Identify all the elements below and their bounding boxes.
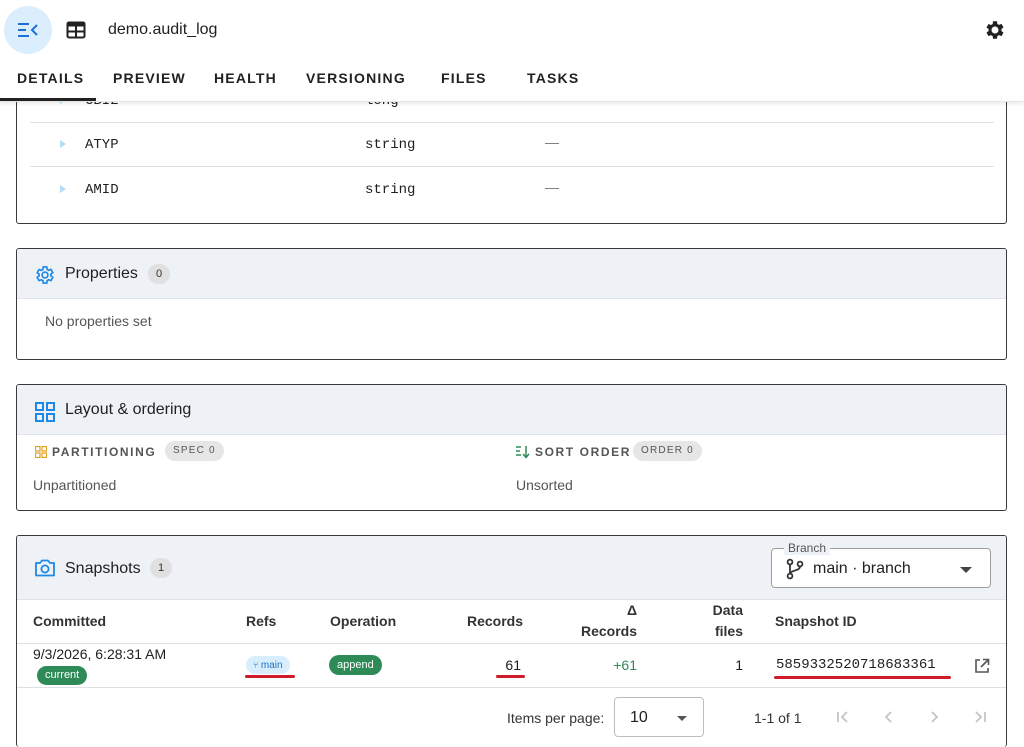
ref-label: main [260, 660, 283, 671]
snapshot-id-value[interactable]: 5859332520718683361 [776, 657, 936, 673]
ref-chip[interactable]: ⑂ main [246, 656, 290, 674]
expand-arrow-icon[interactable] [60, 140, 66, 148]
tab-files[interactable]: FILES [441, 70, 487, 86]
branch-small-icon: ⑂ [253, 660, 261, 670]
row-divider [17, 687, 1006, 688]
partition-grid-icon [35, 446, 47, 458]
items-per-page-select[interactable]: 10 [614, 697, 704, 737]
snapshots-title: Snapshots [65, 560, 141, 577]
partition-spec-chip: SPEC 0 [165, 441, 224, 461]
top-app-bar: demo.audit_log [0, 0, 1024, 60]
dropdown-arrow-icon [677, 716, 687, 721]
delta-records-value: +61 [613, 657, 637, 673]
no-properties-text: No properties set [45, 313, 152, 329]
git-branch-icon [786, 558, 804, 580]
sort-order-icon [516, 446, 530, 459]
layout-card: Layout & ordering PARTITIONING SPEC 0 Un… [16, 384, 1007, 511]
operation-badge: append [329, 655, 382, 675]
tab-preview[interactable]: PREVIEW [113, 70, 186, 86]
pagination-range: 1-1 of 1 [754, 710, 802, 726]
table-row[interactable]: 9/3/2026, 6:28:31 AM current ⑂ main appe… [17, 644, 1006, 688]
col-delta-records-line2: Records [580, 623, 637, 639]
col-delta-records-line1: Δ [626, 602, 637, 618]
col-refs[interactable]: Refs [246, 611, 276, 632]
layout-header: Layout & ordering [17, 385, 1006, 435]
field-doc: — [545, 134, 559, 150]
page-title: demo.audit_log [108, 21, 218, 38]
highlight-underline [245, 675, 295, 678]
highlight-underline [774, 676, 951, 679]
partitioning-label: PARTITIONING [52, 445, 157, 459]
menu-collapse-button[interactable] [4, 6, 52, 54]
layout-title: Layout & ordering [65, 401, 192, 418]
first-page-icon[interactable] [835, 709, 851, 725]
last-page-icon[interactable] [972, 709, 988, 725]
settings-gear-icon[interactable] [983, 18, 1007, 42]
branch-select-label: Branch [784, 541, 831, 555]
committed-value: 9/3/2026, 6:28:31 AM [33, 646, 167, 662]
col-delta-records[interactable]: Δ Records [565, 600, 637, 642]
field-name: AMID [85, 182, 119, 198]
field-doc: — [545, 179, 559, 195]
col-data-files-line2: files [714, 623, 743, 639]
items-per-page-value: 10 [630, 709, 648, 726]
snapshots-card: Snapshots 1 Branch main · branch Committ… [16, 535, 1007, 747]
field-name: ATYP [85, 137, 119, 153]
open-external-icon[interactable] [974, 658, 990, 674]
properties-card: Properties 0 No properties set [16, 248, 1007, 360]
next-page-icon[interactable] [926, 709, 942, 725]
col-snapshot-id[interactable]: Snapshot ID [775, 611, 857, 632]
branch-select-value: main · branch [813, 560, 911, 577]
dropdown-arrow-icon [960, 567, 972, 573]
highlight-underline [496, 675, 525, 678]
col-data-files-line1: Data [712, 602, 743, 618]
schema-row[interactable]: AMID string — [30, 168, 994, 212]
col-data-files[interactable]: Data files [687, 600, 743, 642]
schema-row[interactable]: ATYP string — [30, 123, 994, 167]
snapshots-count-badge: 1 [150, 558, 172, 578]
camera-icon [35, 559, 55, 577]
current-badge: current [37, 666, 88, 685]
tab-versioning[interactable]: VERSIONING [306, 70, 406, 86]
field-type: string [365, 137, 416, 153]
partitioning-value: Unpartitioned [33, 477, 117, 493]
records-value: 61 [505, 657, 521, 673]
sort-order-value: Unsorted [516, 477, 573, 493]
settings-gear-icon [36, 266, 54, 284]
tab-health[interactable]: HEALTH [214, 70, 277, 86]
branch-select[interactable]: Branch main · branch [771, 541, 991, 588]
active-tab-indicator [0, 98, 96, 101]
grid-view-icon [35, 402, 55, 422]
col-committed[interactable]: Committed [33, 611, 106, 632]
tab-details[interactable]: DETAILS [17, 70, 84, 86]
properties-count-badge: 0 [148, 264, 170, 284]
snapshots-header: Snapshots 1 Branch main · branch [17, 536, 1006, 600]
sort-order-label: SORT ORDER [535, 445, 632, 459]
expand-arrow-icon[interactable] [60, 185, 66, 193]
menu-open-icon [18, 23, 38, 37]
tab-tasks[interactable]: TASKS [527, 70, 579, 86]
properties-header: Properties 0 [17, 249, 1006, 299]
col-records[interactable]: Records [467, 611, 523, 632]
properties-title: Properties [65, 265, 138, 282]
prev-page-icon[interactable] [881, 709, 897, 725]
sort-order-chip: ORDER 0 [633, 441, 702, 461]
col-operation[interactable]: Operation [330, 611, 396, 632]
tab-bar: DETAILS PREVIEW HEALTH VERSIONING FILES … [0, 60, 1024, 102]
items-per-page-label: Items per page: [507, 710, 605, 726]
field-type: string [365, 182, 416, 198]
data-files-value: 1 [735, 657, 743, 673]
table-icon [66, 21, 86, 39]
